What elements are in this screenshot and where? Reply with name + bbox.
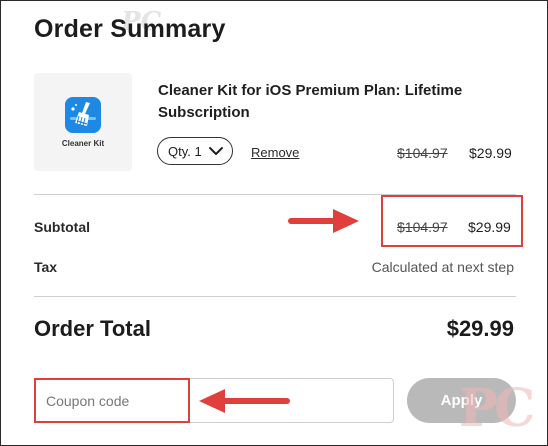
highlight-box-coupon bbox=[34, 378, 190, 423]
subtotal-original-price: $104.97 bbox=[397, 219, 448, 235]
arrow-left-icon bbox=[199, 389, 290, 413]
arrow-right-icon bbox=[288, 209, 359, 233]
item-price: $29.99 bbox=[469, 145, 512, 161]
page-title: Order Summary bbox=[34, 15, 226, 43]
item-original-price: $104.97 bbox=[397, 145, 448, 161]
order-summary-panel: PC Order Summary Cleaner Kit Cleaner Kit… bbox=[0, 0, 548, 446]
quantity-select[interactable]: Qty. 1 bbox=[157, 137, 233, 165]
subtotal-label: Subtotal bbox=[34, 219, 90, 235]
tax-value: Calculated at next step bbox=[371, 259, 514, 275]
divider bbox=[34, 296, 516, 297]
order-total-label: Order Total bbox=[34, 316, 151, 341]
quantity-label: Qty. 1 bbox=[168, 143, 202, 159]
watermark-logo: PC bbox=[458, 378, 536, 439]
tax-label: Tax bbox=[34, 259, 58, 275]
subtotal-price: $29.99 bbox=[468, 219, 511, 235]
order-total-value: $29.99 bbox=[446, 316, 514, 341]
thumbnail-label: Cleaner Kit bbox=[61, 139, 105, 148]
broom-app-icon bbox=[65, 97, 101, 133]
remove-link[interactable]: Remove bbox=[251, 145, 299, 160]
chevron-down-icon bbox=[208, 147, 223, 155]
product-thumbnail: Cleaner Kit bbox=[34, 73, 132, 171]
product-name: Cleaner Kit for iOS Premium Plan: Lifeti… bbox=[158, 82, 463, 121]
